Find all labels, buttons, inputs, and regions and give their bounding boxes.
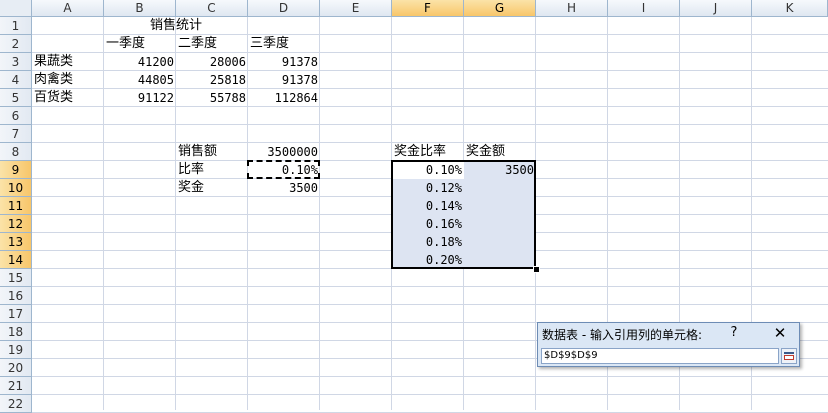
cell-bonus-label[interactable]: 奖金 xyxy=(176,179,248,197)
cell-value[interactable]: 41200 xyxy=(104,53,176,71)
cell-value[interactable]: 44805 xyxy=(104,71,176,89)
column-header-k[interactable]: K xyxy=(752,0,828,17)
cell-category[interactable]: 肉禽类 xyxy=(32,71,104,89)
column-header-i[interactable]: I xyxy=(608,0,680,17)
row-header-18[interactable]: 18 xyxy=(0,323,32,341)
row-header-8[interactable]: 8 xyxy=(0,143,32,161)
cell-rate-value[interactable]: 0.10% xyxy=(248,161,320,179)
row-header-2[interactable]: 2 xyxy=(0,35,32,53)
column-header-g[interactable]: G xyxy=(464,0,536,17)
cell-category[interactable]: 果蔬类 xyxy=(32,53,104,71)
column-header-h[interactable]: H xyxy=(536,0,608,17)
row-header-9[interactable]: 9 xyxy=(0,161,32,179)
cell-header-bonus-amount[interactable]: 奖金额 xyxy=(464,143,536,161)
selection-border xyxy=(391,160,536,269)
close-button[interactable]: ✕ xyxy=(769,324,791,342)
gridline xyxy=(32,124,828,125)
column-header-a[interactable]: A xyxy=(32,0,104,17)
gridline xyxy=(32,394,828,395)
cell-value[interactable]: 25818 xyxy=(176,71,248,89)
row-header-6[interactable]: 6 xyxy=(0,107,32,125)
row-header-22[interactable]: 22 xyxy=(0,395,32,413)
cell-sales-value[interactable]: 3500000 xyxy=(248,143,320,161)
column-header-f[interactable]: F xyxy=(392,0,464,17)
cell-category[interactable]: 百货类 xyxy=(32,89,104,107)
row-header-12[interactable]: 12 xyxy=(0,215,32,233)
cell-rate-label[interactable]: 比率 xyxy=(176,161,248,179)
row-header-14[interactable]: 14 xyxy=(0,251,32,269)
cell-value[interactable]: 28006 xyxy=(176,53,248,71)
gridline xyxy=(32,304,828,305)
row-header-3[interactable]: 3 xyxy=(0,53,32,71)
cell-value[interactable]: 91378 xyxy=(248,71,320,89)
cell-title[interactable]: 销售统计 xyxy=(104,17,248,35)
row-header-13[interactable]: 13 xyxy=(0,233,32,251)
dialog-title: 数据表 - 输入引用列的单元格: xyxy=(542,328,703,342)
cell-value[interactable]: 91122 xyxy=(104,89,176,107)
fill-handle[interactable] xyxy=(533,266,540,273)
cell-header-q1[interactable]: 一季度 xyxy=(104,35,176,53)
row-header-21[interactable]: 21 xyxy=(0,377,32,395)
collapse-dialog-icon[interactable] xyxy=(781,348,797,364)
gridline xyxy=(32,286,828,287)
cell-header-q2[interactable]: 二季度 xyxy=(176,35,248,53)
select-all-corner[interactable] xyxy=(0,0,32,17)
row-header-10[interactable]: 10 xyxy=(0,179,32,197)
cell-value[interactable]: 91378 xyxy=(248,53,320,71)
row-header-1[interactable]: 1 xyxy=(0,17,32,35)
cell-header-bonus-rate[interactable]: 奖金比率 xyxy=(392,143,464,161)
column-header-b[interactable]: B xyxy=(104,0,176,17)
help-button[interactable]: ? xyxy=(726,324,742,342)
row-header-5[interactable]: 5 xyxy=(0,89,32,107)
row-header-17[interactable]: 17 xyxy=(0,305,32,323)
column-input-cell-field[interactable]: $D$9$D$9 xyxy=(541,348,779,364)
data-table-dialog[interactable]: 数据表 - 输入引用列的单元格: ? ✕ $D$9$D$9 xyxy=(537,322,800,367)
row-header-11[interactable]: 11 xyxy=(0,197,32,215)
column-header-j[interactable]: J xyxy=(680,0,752,17)
column-header-d[interactable]: D xyxy=(248,0,320,17)
gridline xyxy=(32,376,828,377)
row-header-16[interactable]: 16 xyxy=(0,287,32,305)
row-header-19[interactable]: 19 xyxy=(0,341,32,359)
column-header-e[interactable]: E xyxy=(320,0,392,17)
row-header-7[interactable]: 7 xyxy=(0,125,32,143)
cell-header-q3[interactable]: 三季度 xyxy=(248,35,320,53)
cell-value[interactable]: 112864 xyxy=(248,89,320,107)
row-header-15[interactable]: 15 xyxy=(0,269,32,287)
cell-value[interactable]: 55788 xyxy=(176,89,248,107)
cell-sales-label[interactable]: 销售额 xyxy=(176,143,248,161)
row-header-4[interactable]: 4 xyxy=(0,71,32,89)
row-header-20[interactable]: 20 xyxy=(0,359,32,377)
column-header-c[interactable]: C xyxy=(176,0,248,17)
cell-bonus-value[interactable]: 3500 xyxy=(248,179,320,197)
